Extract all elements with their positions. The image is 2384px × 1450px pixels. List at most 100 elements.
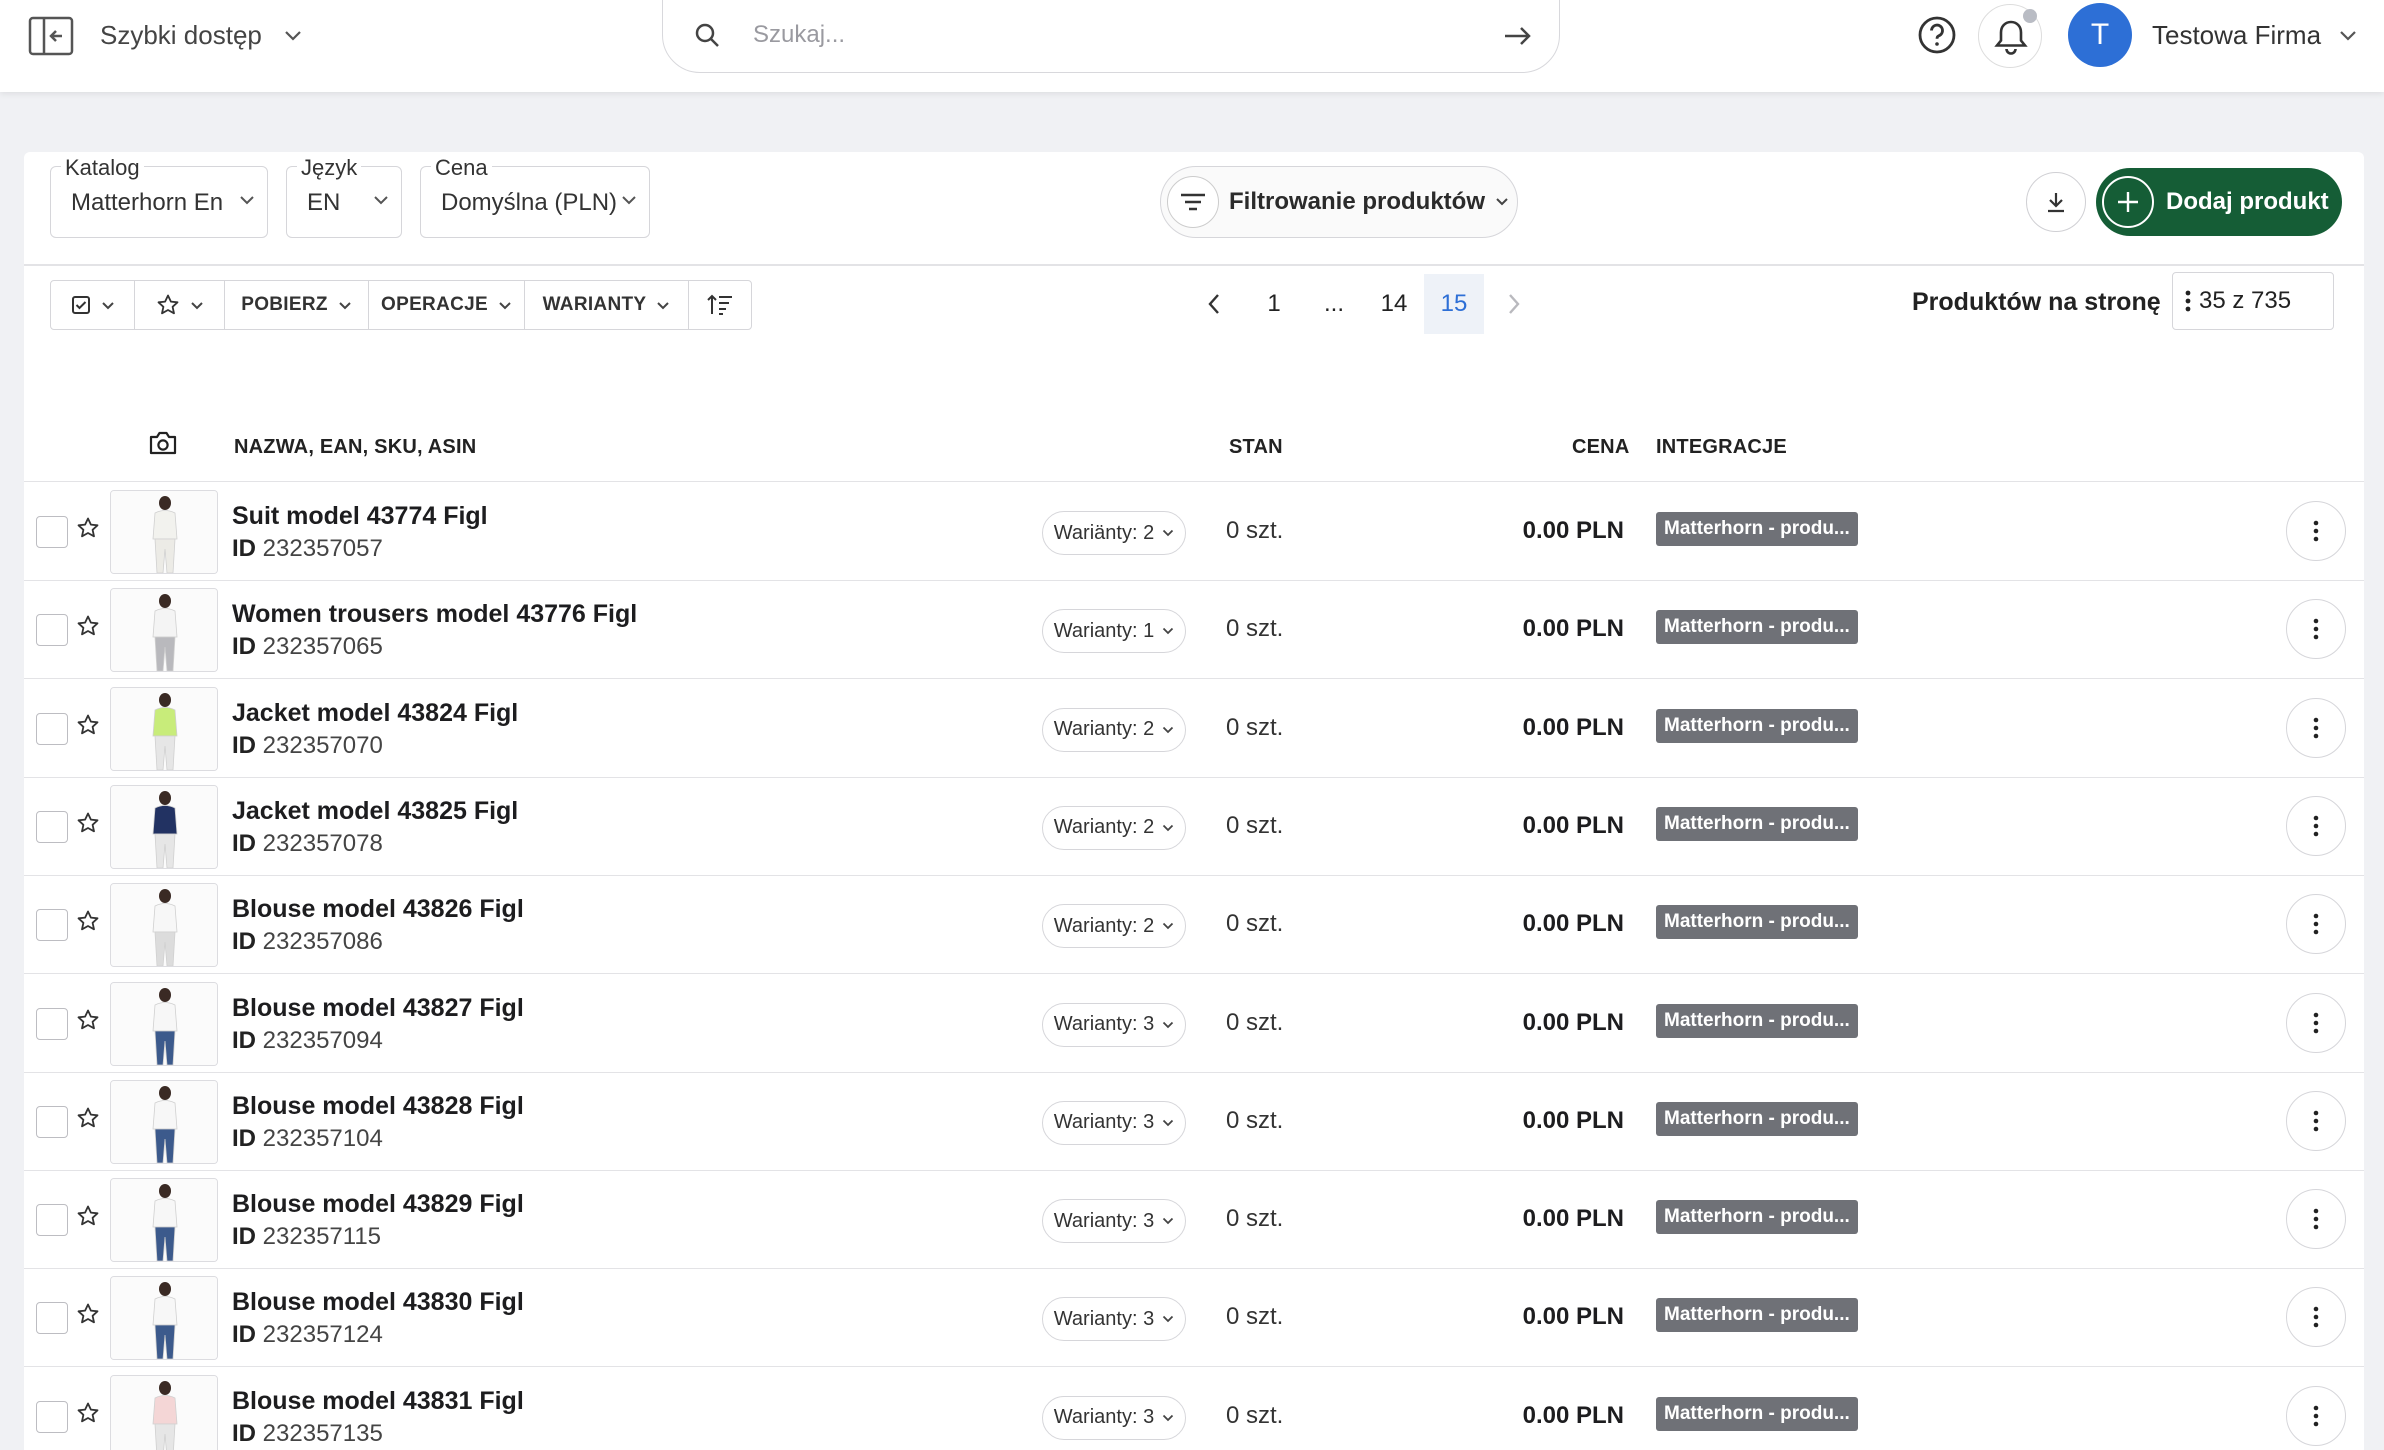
download-button[interactable] xyxy=(2026,172,2086,232)
variants-dropdown[interactable]: Warianty: 2 xyxy=(1042,707,1186,752)
row-checkbox[interactable] xyxy=(36,909,68,942)
sidebar-toggle-icon[interactable] xyxy=(28,16,74,56)
sort-button[interactable] xyxy=(689,281,751,329)
star-icon[interactable] xyxy=(76,909,100,933)
row-actions-button[interactable] xyxy=(2286,1385,2346,1446)
row-checkbox[interactable] xyxy=(36,516,68,548)
product-thumbnail[interactable] xyxy=(110,784,218,869)
table-row[interactable]: Blouse model 43829 Figl ID 232357115 War… xyxy=(24,1171,2364,1270)
help-icon[interactable] xyxy=(1916,14,1958,56)
star-icon[interactable] xyxy=(76,1302,100,1326)
arrow-right-icon[interactable] xyxy=(1501,19,1535,53)
product-thumbnail[interactable] xyxy=(110,1178,218,1263)
product-thumbnail[interactable] xyxy=(110,1079,218,1164)
integration-badge[interactable]: Matterhorn - produ... xyxy=(1656,1003,1858,1038)
row-actions-button[interactable] xyxy=(2286,894,2346,955)
row-checkbox[interactable] xyxy=(36,1007,68,1040)
column-header-price[interactable]: CENA xyxy=(1572,436,1629,459)
variants-dropdown[interactable]: Warianty: 3 xyxy=(1042,1002,1186,1047)
favorites-menu-button[interactable] xyxy=(135,281,225,329)
product-name[interactable]: Blouse model 43830 Figl xyxy=(232,1288,524,1317)
star-icon[interactable] xyxy=(76,516,100,540)
row-actions-button[interactable] xyxy=(2286,1287,2346,1348)
table-row[interactable]: Jacket model 43824 Figl ID 232357070 War… xyxy=(24,680,2364,778)
product-thumbnail[interactable] xyxy=(110,686,218,771)
page-1-button[interactable]: 1 xyxy=(1244,274,1304,334)
table-row[interactable]: Jacket model 43825 Figl ID 232357078 War… xyxy=(24,778,2364,876)
operations-menu-button[interactable]: OPERACJE xyxy=(369,281,525,329)
quick-access-menu[interactable]: Szybki dostęp xyxy=(100,20,302,51)
product-thumbnail[interactable] xyxy=(110,588,218,673)
row-checkbox[interactable] xyxy=(36,1302,68,1335)
table-row[interactable]: Blouse model 43830 Figl ID 232357124 War… xyxy=(24,1269,2364,1368)
row-actions-button[interactable] xyxy=(2286,697,2346,758)
account-menu[interactable]: Testowa Firma xyxy=(2152,20,2357,51)
row-checkbox[interactable] xyxy=(36,712,68,745)
row-actions-button[interactable] xyxy=(2286,1189,2346,1250)
row-actions-button[interactable] xyxy=(2286,599,2346,660)
product-name[interactable]: Blouse model 43828 Figl xyxy=(232,1092,524,1121)
product-thumbnail[interactable] xyxy=(110,1374,218,1450)
product-name[interactable]: Blouse model 43829 Figl xyxy=(232,1190,524,1219)
product-name[interactable]: Blouse model 43826 Figl xyxy=(232,895,524,924)
row-checkbox[interactable] xyxy=(36,1105,68,1138)
prev-page-button[interactable] xyxy=(1184,274,1244,334)
star-icon[interactable] xyxy=(76,614,100,638)
star-icon[interactable] xyxy=(76,1008,100,1032)
product-name[interactable]: Jacket model 43825 Figl xyxy=(232,797,518,826)
star-icon[interactable] xyxy=(76,1401,100,1425)
variants-dropdown[interactable]: Warianty: 3 xyxy=(1042,1100,1186,1145)
next-page-button[interactable] xyxy=(1484,274,1544,334)
integration-badge[interactable]: Matterhorn - produ... xyxy=(1656,1101,1858,1136)
row-actions-button[interactable] xyxy=(2286,1090,2346,1151)
row-actions-button[interactable] xyxy=(2286,795,2346,856)
column-header-name[interactable]: NAZWA, EAN, SKU, ASIN xyxy=(234,436,476,459)
column-header-stock[interactable]: STAN xyxy=(1229,436,1283,459)
integration-badge[interactable]: Matterhorn - produ... xyxy=(1656,1298,1858,1333)
language-select[interactable]: Język EN xyxy=(286,155,402,238)
page-14-button[interactable]: 14 xyxy=(1364,274,1424,334)
row-checkbox[interactable] xyxy=(36,614,68,647)
row-checkbox[interactable] xyxy=(36,1400,68,1433)
product-name[interactable]: Blouse model 43827 Figl xyxy=(232,994,524,1023)
integration-badge[interactable]: Matterhorn - produ... xyxy=(1656,1200,1858,1235)
table-row[interactable]: Blouse model 43828 Figl ID 232357104 War… xyxy=(24,1073,2364,1171)
product-thumbnail[interactable] xyxy=(110,883,218,968)
integration-badge[interactable]: Matterhorn - produ... xyxy=(1656,1396,1858,1431)
variants-dropdown[interactable]: Warianty: 1 xyxy=(1042,609,1186,654)
product-name[interactable]: Women trousers model 43776 Figl xyxy=(232,600,637,629)
row-checkbox[interactable] xyxy=(36,1204,68,1237)
search-input[interactable] xyxy=(753,17,1433,53)
download-menu-button[interactable]: POBIERZ xyxy=(225,281,369,329)
integration-badge[interactable]: Matterhorn - produ... xyxy=(1656,708,1858,743)
row-actions-button[interactable] xyxy=(2286,501,2346,561)
integration-badge[interactable]: Matterhorn - produ... xyxy=(1656,905,1858,940)
star-icon[interactable] xyxy=(76,713,100,737)
per-page-select[interactable]: 35 z 735 xyxy=(2172,272,2334,330)
star-icon[interactable] xyxy=(76,1106,100,1130)
product-thumbnail[interactable] xyxy=(110,490,218,574)
table-row[interactable]: Blouse model 43827 Figl ID 232357094 War… xyxy=(24,975,2364,1073)
variants-dropdown[interactable]: Warianty: 3 xyxy=(1042,1395,1186,1440)
page-15-button[interactable]: 15 xyxy=(1424,274,1484,334)
table-row[interactable]: Blouse model 43826 Figl ID 232357086 War… xyxy=(24,876,2364,975)
variants-dropdown[interactable]: Warianty: 2 xyxy=(1042,805,1186,850)
product-name[interactable]: Jacket model 43824 Figl xyxy=(232,699,518,728)
integration-badge[interactable]: Matterhorn - produ... xyxy=(1656,610,1858,645)
row-actions-button[interactable] xyxy=(2286,992,2346,1053)
row-checkbox[interactable] xyxy=(36,810,68,843)
product-name[interactable]: Suit model 43774 Figl xyxy=(232,502,488,531)
variants-dropdown[interactable]: Warianty: 3 xyxy=(1042,1297,1186,1342)
integration-badge[interactable]: Matterhorn - produ... xyxy=(1656,512,1858,546)
variants-dropdown[interactable]: Warianty: 3 xyxy=(1042,1199,1186,1244)
star-icon[interactable] xyxy=(76,1204,100,1228)
product-name[interactable]: Blouse model 43831 Figl xyxy=(232,1387,524,1416)
star-icon[interactable] xyxy=(76,811,100,835)
price-select[interactable]: Cena Domyślna (PLN) xyxy=(420,155,650,238)
variants-dropdown[interactable]: Wariänty: 2 xyxy=(1042,511,1186,555)
avatar[interactable]: T xyxy=(2068,3,2132,67)
product-thumbnail[interactable] xyxy=(110,1276,218,1361)
variants-dropdown[interactable]: Warianty: 2 xyxy=(1042,904,1186,949)
integration-badge[interactable]: Matterhorn - produ... xyxy=(1656,806,1858,841)
variants-menu-button[interactable]: WARIANTY xyxy=(525,281,689,329)
